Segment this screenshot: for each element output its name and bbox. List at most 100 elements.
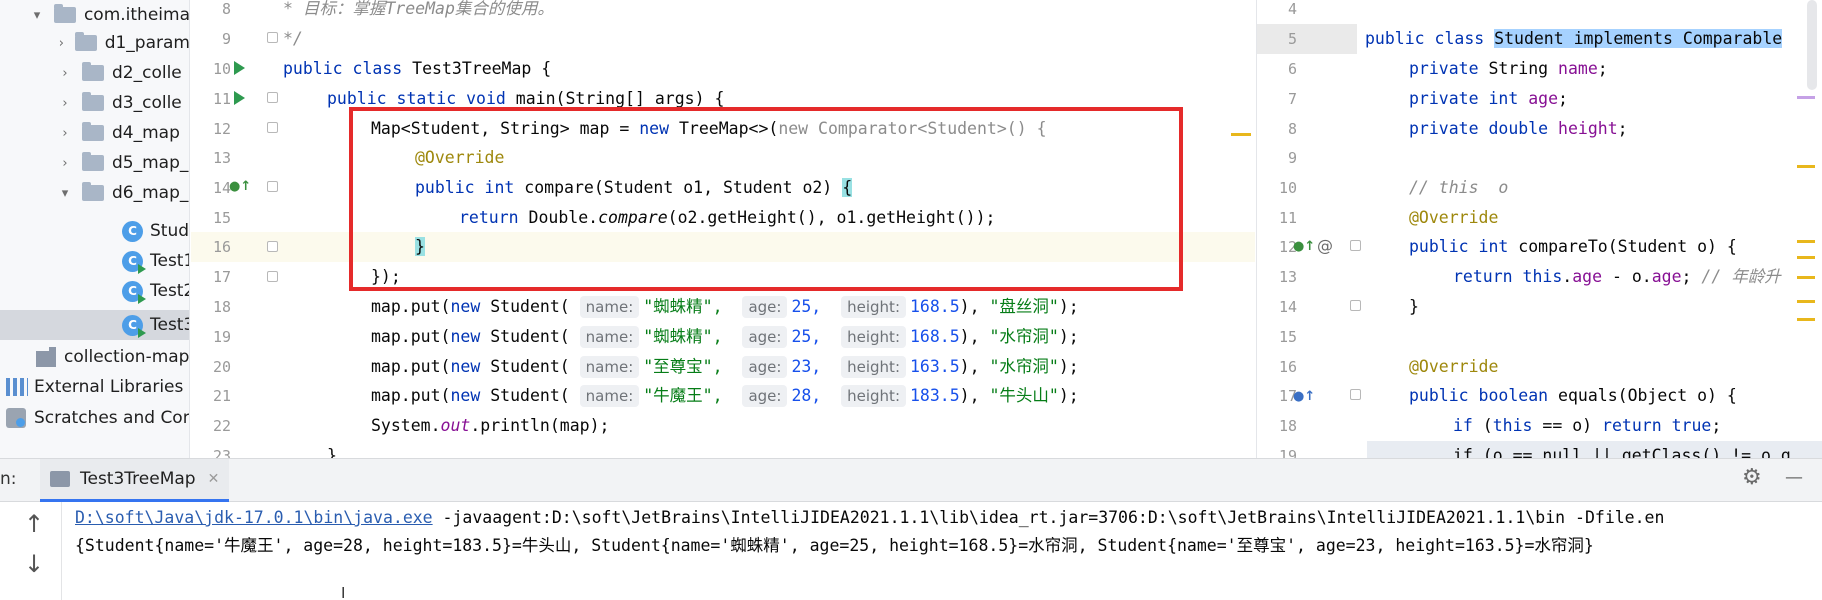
fold-icon[interactable]: [1350, 300, 1361, 311]
chevron-down-icon[interactable]: ▾: [30, 8, 44, 23]
code-line-14: }: [1409, 292, 1419, 322]
code-text: - o.: [1602, 267, 1652, 286]
stripe-mark[interactable]: [1797, 240, 1815, 243]
tree-item-module-file[interactable]: collection-map-: [0, 342, 190, 372]
line-number: 13: [212, 149, 231, 167]
console-text: {Student{name='牛魔王', age=28, height=183.…: [75, 536, 1594, 555]
java-path-link[interactable]: D:\soft\Java\jdk-17.0.1\bin\java.exe: [75, 508, 433, 527]
line-number: 10: [212, 60, 231, 78]
gear-icon[interactable]: ⚙: [1742, 465, 1762, 490]
line-number: 14: [1278, 298, 1297, 316]
stripe-mark[interactable]: [1797, 256, 1815, 259]
run-icon[interactable]: [234, 61, 245, 75]
fold-icon[interactable]: [267, 122, 278, 133]
code-line-5: public class Student implements Comparab…: [1365, 24, 1783, 54]
line-number: 18: [212, 298, 231, 316]
string-literal: "水帘洞": [989, 357, 1059, 376]
keyword: private: [1409, 89, 1479, 108]
code-text: map.put(: [371, 327, 451, 346]
keyword: return: [1453, 267, 1513, 286]
tree-item-test1[interactable]: C Test1: [0, 246, 190, 276]
tree-item-d5[interactable]: › d5_map_: [0, 148, 189, 178]
code-line-17: public boolean equals(Object o) {: [1409, 381, 1737, 411]
keyword: void: [466, 89, 506, 108]
implements-method-icon[interactable]: ●↑: [229, 179, 251, 194]
tree-item-label: collection-map-: [64, 347, 190, 367]
tree-item-d3[interactable]: › d3_colle: [0, 88, 189, 118]
folder-icon: [82, 152, 104, 171]
up-arrow-icon[interactable]: ↑: [24, 510, 44, 538]
line-number: 12: [212, 120, 231, 138]
class-decl: Test3TreeMap {: [412, 59, 552, 78]
run-tab[interactable]: Test3TreeMap ✕: [40, 459, 230, 502]
code-text: ),: [959, 357, 990, 376]
line-number: 7: [1287, 90, 1297, 108]
line-number: 17: [1278, 387, 1297, 405]
run-tab-label: Test3TreeMap: [80, 469, 196, 489]
string-literal: "牛魔王",: [643, 386, 723, 405]
code-line-10: public class Test3TreeMap {: [283, 54, 551, 84]
fold-icon[interactable]: [267, 32, 278, 43]
keyword: static: [396, 89, 457, 108]
tree-item-label: d5_map_: [112, 153, 189, 173]
string-literal: "蜘蛛精",: [643, 297, 723, 316]
fold-icon[interactable]: [267, 271, 278, 282]
code-text: }: [1409, 297, 1419, 316]
minimize-icon[interactable]: —: [1785, 467, 1803, 488]
tree-item-test2[interactable]: C Test2: [0, 276, 189, 306]
stripe-mark[interactable]: [1797, 300, 1815, 303]
highlight-box: [349, 107, 1183, 291]
keyword: boolean: [1478, 386, 1549, 405]
tree-item-d6[interactable]: ▾ d6_map_: [0, 178, 189, 208]
code-text: .: [1562, 267, 1573, 286]
comment-text: */: [283, 29, 303, 48]
fold-icon[interactable]: [267, 241, 278, 252]
tree-item-label: d6_map_: [112, 183, 189, 203]
runnable-class-icon: C: [122, 250, 146, 274]
stripe-mark[interactable]: [1797, 276, 1815, 279]
scrollbar-thumb[interactable]: [1807, 0, 1817, 90]
tree-item-external-libraries[interactable]: External Libraries: [0, 372, 189, 402]
chevron-right-icon[interactable]: ›: [58, 96, 72, 111]
overrides-method-icon[interactable]: ●↑: [1293, 389, 1315, 404]
code-text: ),: [959, 327, 990, 346]
down-arrow-icon[interactable]: ↓: [24, 550, 44, 578]
line-number: 18: [1278, 417, 1297, 435]
run-icon[interactable]: [234, 91, 245, 105]
annotation-marker-icon[interactable]: @: [1317, 236, 1333, 255]
tree-item-d2[interactable]: › d2_colle: [0, 58, 189, 88]
chevron-right-icon[interactable]: ›: [58, 156, 72, 171]
close-tab-icon[interactable]: ✕: [208, 471, 220, 487]
tree-item-d4[interactable]: › d4_map: [0, 118, 189, 148]
tree-item-student[interactable]: C Stude: [0, 216, 190, 246]
number-literal: 168.5: [910, 327, 960, 346]
tree-item-d1[interactable]: › d1_param: [0, 28, 189, 58]
right-editor[interactable]: 4 5 6 7 8 9 10 11 12 13 14 15 16 17 18 1…: [1256, 0, 1822, 458]
chevron-right-icon[interactable]: ›: [58, 36, 65, 51]
static-field: out: [440, 416, 471, 435]
tree-item-label: Stude: [150, 221, 190, 241]
error-stripe-mark[interactable]: [1231, 133, 1251, 136]
chevron-down-icon[interactable]: ▾: [58, 186, 72, 201]
keyword: double: [1488, 119, 1549, 138]
stripe-mark[interactable]: [1797, 96, 1815, 99]
fold-icon[interactable]: [267, 181, 278, 192]
chevron-right-icon[interactable]: ›: [58, 66, 72, 81]
stripe-mark[interactable]: [1797, 318, 1815, 321]
class-icon: C: [122, 220, 143, 242]
line-number: 5: [1287, 30, 1297, 48]
tree-item-package[interactable]: ▾ com.itheima: [0, 0, 189, 30]
fold-icon[interactable]: [267, 92, 278, 103]
tree-item-scratches[interactable]: Scratches and Cons: [0, 403, 189, 433]
fold-icon[interactable]: [1350, 240, 1361, 251]
fold-icon[interactable]: [1350, 389, 1361, 400]
string-literal: "水帘洞": [989, 327, 1059, 346]
code-text: map.put(: [371, 297, 451, 316]
chevron-right-icon[interactable]: ›: [58, 126, 72, 141]
stripe-mark[interactable]: [1797, 165, 1815, 168]
run-console[interactable]: D:\soft\Java\jdk-17.0.1\bin\java.exe -ja…: [0, 502, 1822, 600]
tree-item-label: Test1: [150, 251, 190, 271]
tree-item-test3[interactable]: C Test3: [0, 310, 189, 340]
line-number: 20: [212, 358, 231, 376]
implements-method-icon[interactable]: ●↑: [1293, 239, 1315, 254]
